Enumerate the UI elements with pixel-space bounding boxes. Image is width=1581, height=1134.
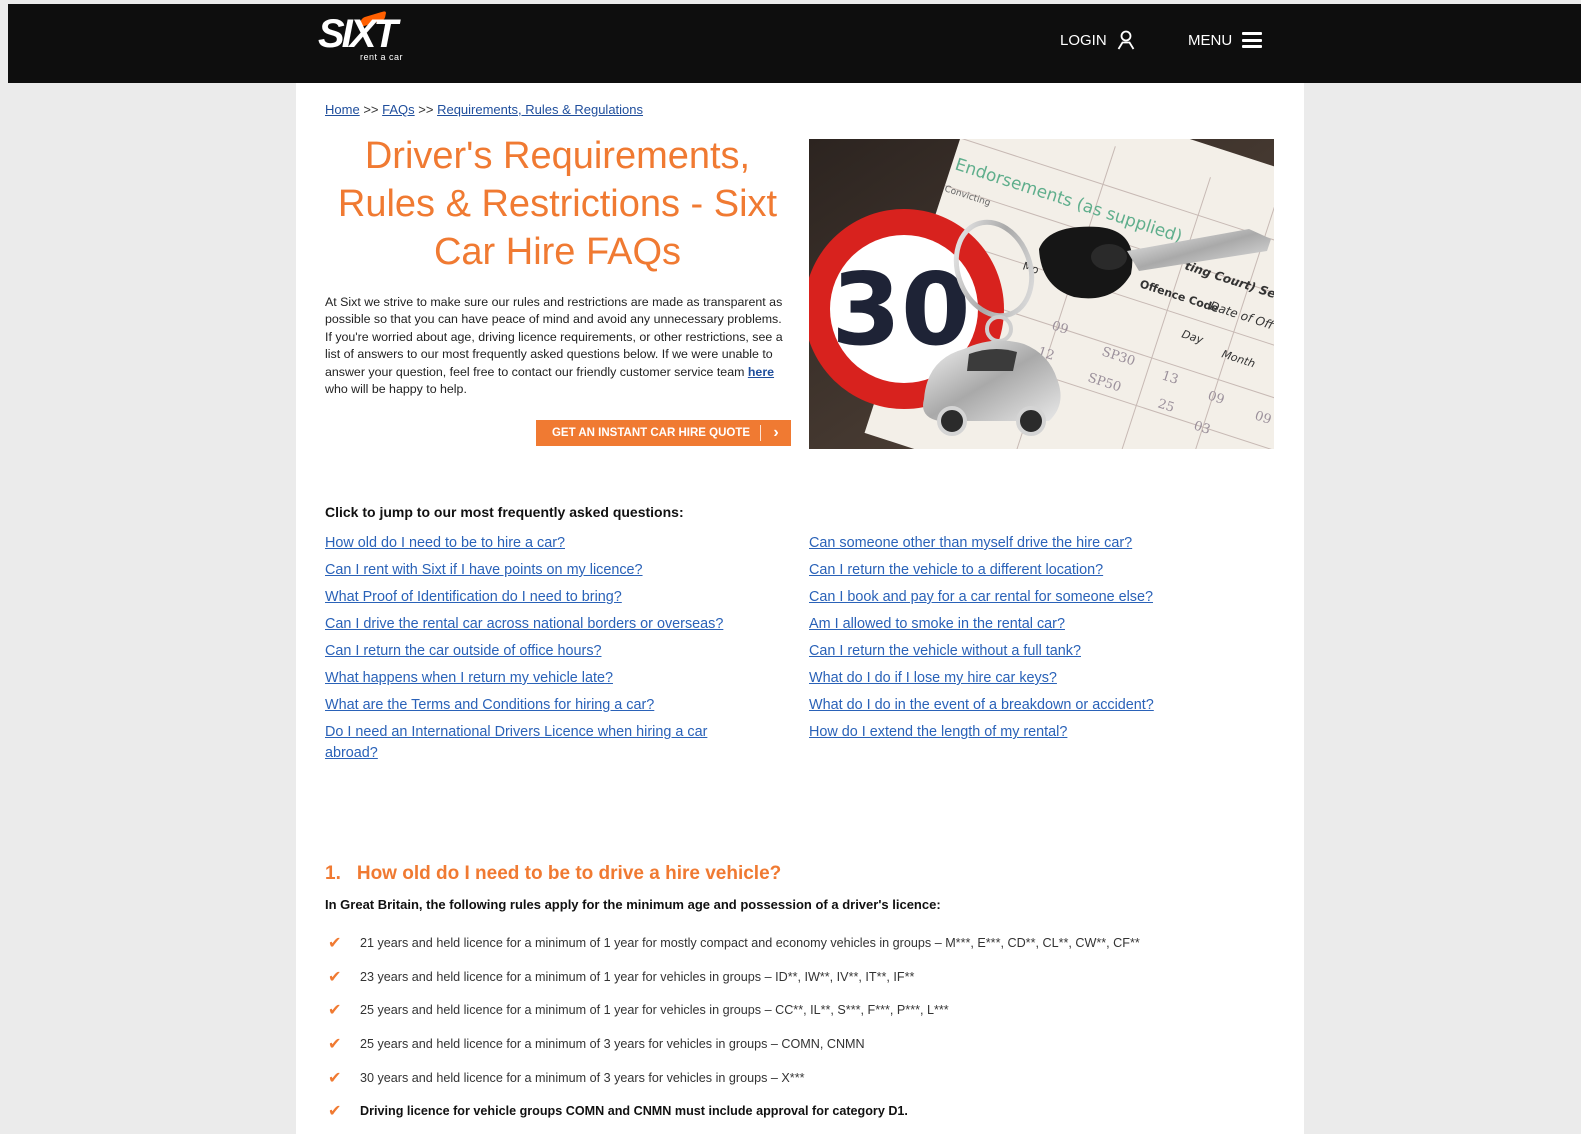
list-item: ✔ 21 years and held licence for a minimum… <box>328 926 1288 960</box>
faq-link[interactable]: How old do I need to be to hire a car? <box>325 535 565 551</box>
intro-text-end: who will be happy to help. <box>325 382 467 397</box>
list-item: Do I need an International Drivers Licen… <box>325 722 745 764</box>
list-item: What do I do if I lose my hire car keys? <box>809 668 1249 689</box>
login-label: LOGIN <box>1060 31 1107 49</box>
speed-sign-number: 30 <box>831 251 970 368</box>
faq-link[interactable]: Can someone other than myself drive the … <box>809 535 1132 551</box>
instant-quote-button[interactable]: GET AN INSTANT CAR HIRE QUOTE › <box>536 420 791 446</box>
faq-link[interactable]: Can I return the vehicle to a different … <box>809 562 1103 578</box>
faq-link[interactable]: Can I book and pay for a car rental for … <box>809 589 1153 605</box>
menu-label: MENU <box>1188 31 1233 49</box>
faq-link[interactable]: Can I drive the rental car across nation… <box>325 616 723 632</box>
faq-list-right: Can someone other than myself drive the … <box>809 533 1249 749</box>
logo-tagline: rent a car <box>360 52 404 62</box>
hero-image: Endorsements (as supplied) Convicting ti… <box>809 139 1274 449</box>
faq-link[interactable]: How do I extend the length of my rental? <box>809 724 1067 740</box>
list-item: What Proof of Identification do I need t… <box>325 587 765 608</box>
intro-paragraph: At Sixt we strive to make sure our rules… <box>325 294 787 398</box>
sixt-logo[interactable]: SIXT rent a car <box>318 10 422 68</box>
faq-link[interactable]: What happens when I return my vehicle la… <box>325 670 613 686</box>
faq-list-left: How old do I need to be to hire a car? C… <box>325 533 765 770</box>
list-item: ✔ 30 years and held licence for a minimum… <box>328 1061 1288 1095</box>
rule-text: 30 years and held licence for a minimum … <box>360 1070 805 1085</box>
breadcrumb-separator: >> <box>418 102 434 117</box>
faq-link[interactable]: What do I do in the event of a breakdown… <box>809 697 1154 713</box>
list-item: Can I return the car outside of office h… <box>325 641 765 662</box>
age-rules-list: ✔ 21 years and held licence for a minimum… <box>328 926 1288 1128</box>
faq-link[interactable]: Can I rent with Sixt if I have points on… <box>325 562 643 578</box>
list-item: Can someone other than myself drive the … <box>809 533 1249 554</box>
checkmark-icon: ✔ <box>328 1002 342 1020</box>
page-title: Driver's Requirements, Rules & Restricti… <box>337 135 778 273</box>
list-item: Can I return the vehicle without a full … <box>809 641 1249 662</box>
breadcrumb-home-link[interactable]: Home <box>325 102 360 117</box>
list-item: ✔ 25 years and held licence for a minimum… <box>328 1027 1288 1061</box>
hamburger-icon <box>1242 32 1263 48</box>
list-item: Can I drive the rental car across nation… <box>325 614 765 635</box>
breadcrumb-separator: >> <box>363 102 379 117</box>
faq-link[interactable]: What are the Terms and Conditions for hi… <box>325 697 654 713</box>
faq-link[interactable]: Am I allowed to smoke in the rental car? <box>809 616 1065 632</box>
list-item: ✔ 25 years and held licence for a minimum… <box>328 993 1288 1027</box>
top-navigation-bar <box>8 4 1581 83</box>
faq-link[interactable]: Can I return the car outside of office h… <box>325 643 602 659</box>
list-item: What do I do in the event of a breakdown… <box>809 695 1249 716</box>
section-title-text: How old do I need to be to drive a hire … <box>356 863 782 884</box>
quote-button-label: GET AN INSTANT CAR HIRE QUOTE <box>551 427 751 439</box>
list-item: How do I extend the length of my rental? <box>809 722 1249 743</box>
list-item: Can I rent with Sixt if I have points on… <box>325 560 765 581</box>
intro-text: At Sixt we strive to make sure our rules… <box>325 295 783 379</box>
chevron-right-icon: › <box>773 424 779 441</box>
user-icon <box>1117 30 1134 50</box>
rule-text: Driving licence for vehicle groups COMN … <box>360 1104 908 1119</box>
list-item: Can I book and pay for a car rental for … <box>809 587 1249 608</box>
section-heading: 1. How old do I need to be to drive a hi… <box>325 863 781 885</box>
list-item: How old do I need to be to hire a car? <box>325 533 765 554</box>
list-item: Can I return the vehicle to a different … <box>809 560 1249 581</box>
licence-keys-illustration: Endorsements (as supplied) Convicting ti… <box>809 139 1274 449</box>
list-item: Am I allowed to smoke in the rental car? <box>809 614 1249 635</box>
section-number: 1. <box>325 863 341 884</box>
checkmark-icon: ✔ <box>328 934 342 952</box>
rule-text: 25 years and held licence for a minimum … <box>360 1036 865 1051</box>
list-item: ✔ Driving licence for vehicle groups COMN… <box>328 1094 1288 1128</box>
rule-text: 25 years and held licence for a minimum … <box>360 1003 949 1018</box>
list-item: ✔ 23 years and held licence for a minimum… <box>328 960 1288 994</box>
faq-link[interactable]: What Proof of Identification do I need t… <box>325 589 622 605</box>
faq-link[interactable]: What do I do if I lose my hire car keys? <box>809 670 1057 686</box>
faq-link[interactable]: Do I need an International Drivers Licen… <box>325 724 707 761</box>
checkmark-icon: ✔ <box>328 1069 342 1087</box>
list-item: What happens when I return my vehicle la… <box>325 668 765 689</box>
section-subtitle: In Great Britain, the following rules ap… <box>325 897 941 912</box>
checkmark-icon: ✔ <box>328 1035 342 1053</box>
rule-text: 21 years and held licence for a minimum … <box>360 935 1140 950</box>
login-button[interactable]: LOGIN <box>1060 28 1135 52</box>
menu-button[interactable]: MENU <box>1188 28 1263 52</box>
contact-here-link[interactable]: here <box>748 365 774 379</box>
list-item: What are the Terms and Conditions for hi… <box>325 695 765 716</box>
checkmark-icon: ✔ <box>328 968 342 986</box>
breadcrumb-faqs-link[interactable]: FAQs <box>382 102 415 117</box>
rule-text: 23 years and held licence for a minimum … <box>360 969 915 984</box>
faq-jump-heading: Click to jump to our most frequently ask… <box>325 504 684 520</box>
breadcrumb-current-link[interactable]: Requirements, Rules & Regulations <box>437 102 643 117</box>
checkmark-icon: ✔ <box>328 1103 342 1121</box>
logo-wordmark: SIXT <box>318 12 398 56</box>
faq-link[interactable]: Can I return the vehicle without a full … <box>809 643 1081 659</box>
breadcrumb: Home >> FAQs >> Requirements, Rules & Re… <box>325 102 643 117</box>
